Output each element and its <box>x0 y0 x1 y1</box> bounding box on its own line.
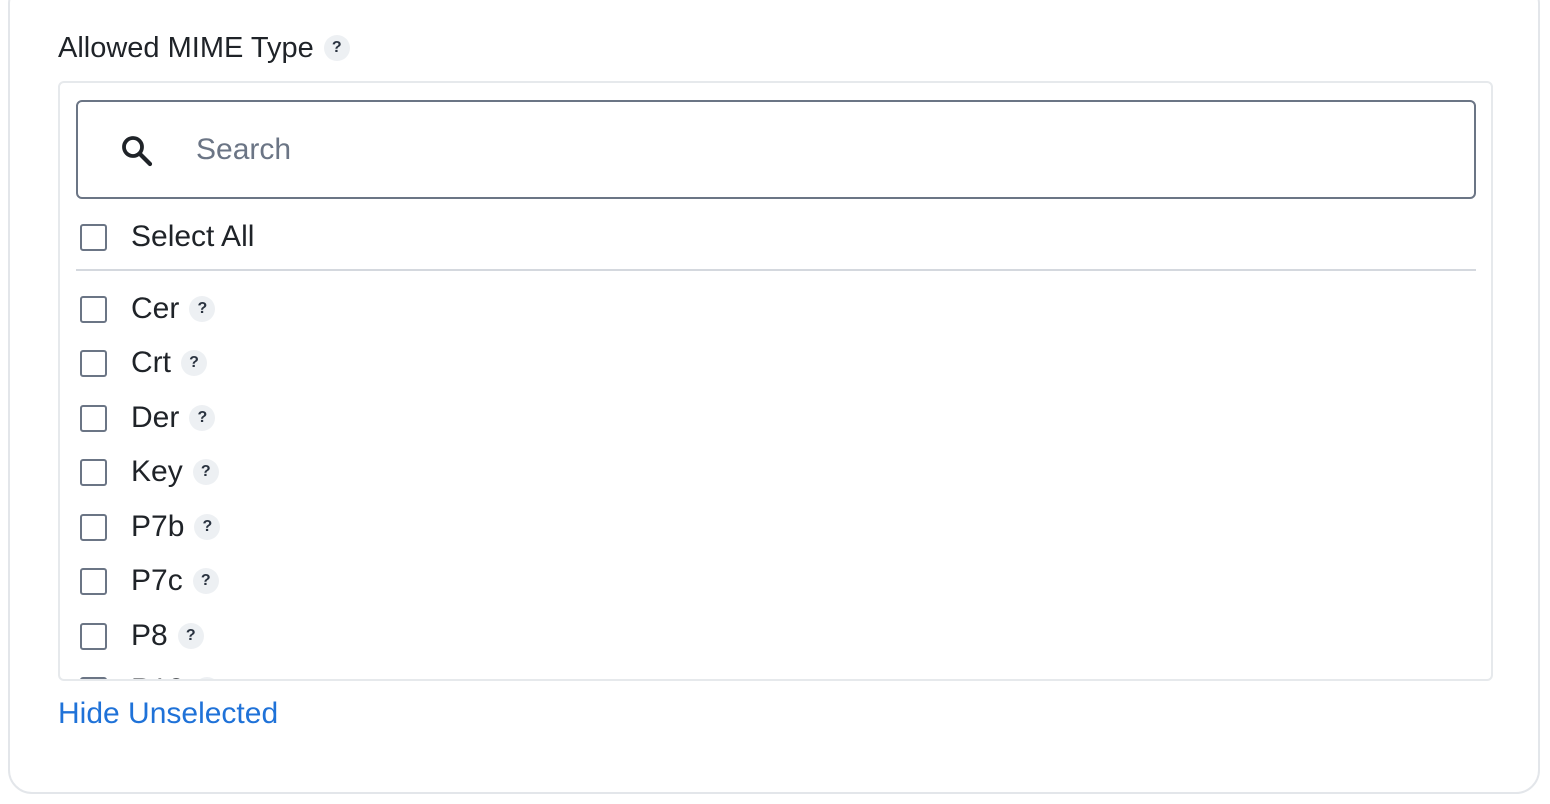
option-label: P7c <box>131 564 183 597</box>
help-icon[interactable]: ? <box>192 568 219 594</box>
option-label: Crt <box>131 346 171 379</box>
option-key[interactable]: Key ? <box>80 452 219 492</box>
option-p8[interactable]: P8 ? <box>80 616 204 656</box>
option-p12[interactable]: P12 ? <box>80 670 221 679</box>
option-label: Der <box>131 401 180 434</box>
option-checkbox[interactable] <box>80 676 107 679</box>
option-checkbox[interactable] <box>80 295 107 323</box>
option-checkbox[interactable] <box>80 404 107 432</box>
field-label-text: Allowed MIME Type <box>58 31 314 64</box>
option-label: P7b <box>131 510 185 543</box>
help-icon[interactable]: ? <box>181 350 207 376</box>
option-checkbox[interactable] <box>80 622 107 650</box>
search-input[interactable] <box>196 122 1446 178</box>
search-icon <box>122 136 153 167</box>
option-checkbox[interactable] <box>80 458 107 486</box>
select-all-label: Select All <box>131 220 255 253</box>
divider <box>76 269 1476 271</box>
help-icon[interactable]: ? <box>194 677 221 679</box>
option-label: Cer <box>131 292 180 325</box>
help-icon[interactable]: ? <box>189 296 216 322</box>
option-label: Key <box>131 455 183 488</box>
option-label: P8 <box>131 619 168 652</box>
option-p7b[interactable]: P7b ? <box>80 507 221 547</box>
search-box[interactable] <box>76 100 1476 199</box>
mime-type-picker: Select All Cer ? Crt ? Der ? Key ? P7b ?… <box>58 81 1493 681</box>
option-crt[interactable]: Crt ? <box>80 343 207 383</box>
help-icon[interactable]: ? <box>177 623 204 649</box>
select-all-checkbox[interactable] <box>80 223 107 251</box>
help-icon[interactable]: ? <box>323 35 350 61</box>
option-checkbox[interactable] <box>80 349 107 377</box>
help-icon[interactable]: ? <box>192 459 219 485</box>
hide-unselected-link[interactable]: Hide Unselected <box>58 694 278 734</box>
option-checkbox[interactable] <box>80 567 107 595</box>
option-der[interactable]: Der ? <box>80 398 216 438</box>
help-icon[interactable]: ? <box>189 405 216 431</box>
help-icon[interactable]: ? <box>194 514 221 540</box>
select-all-row[interactable]: Select All <box>80 217 254 257</box>
option-cer[interactable]: Cer ? <box>80 289 216 329</box>
option-label: P12 <box>131 673 184 679</box>
option-checkbox[interactable] <box>80 513 107 541</box>
option-p7c[interactable]: P7c ? <box>80 561 219 601</box>
field-label: Allowed MIME Type ? <box>58 28 350 68</box>
